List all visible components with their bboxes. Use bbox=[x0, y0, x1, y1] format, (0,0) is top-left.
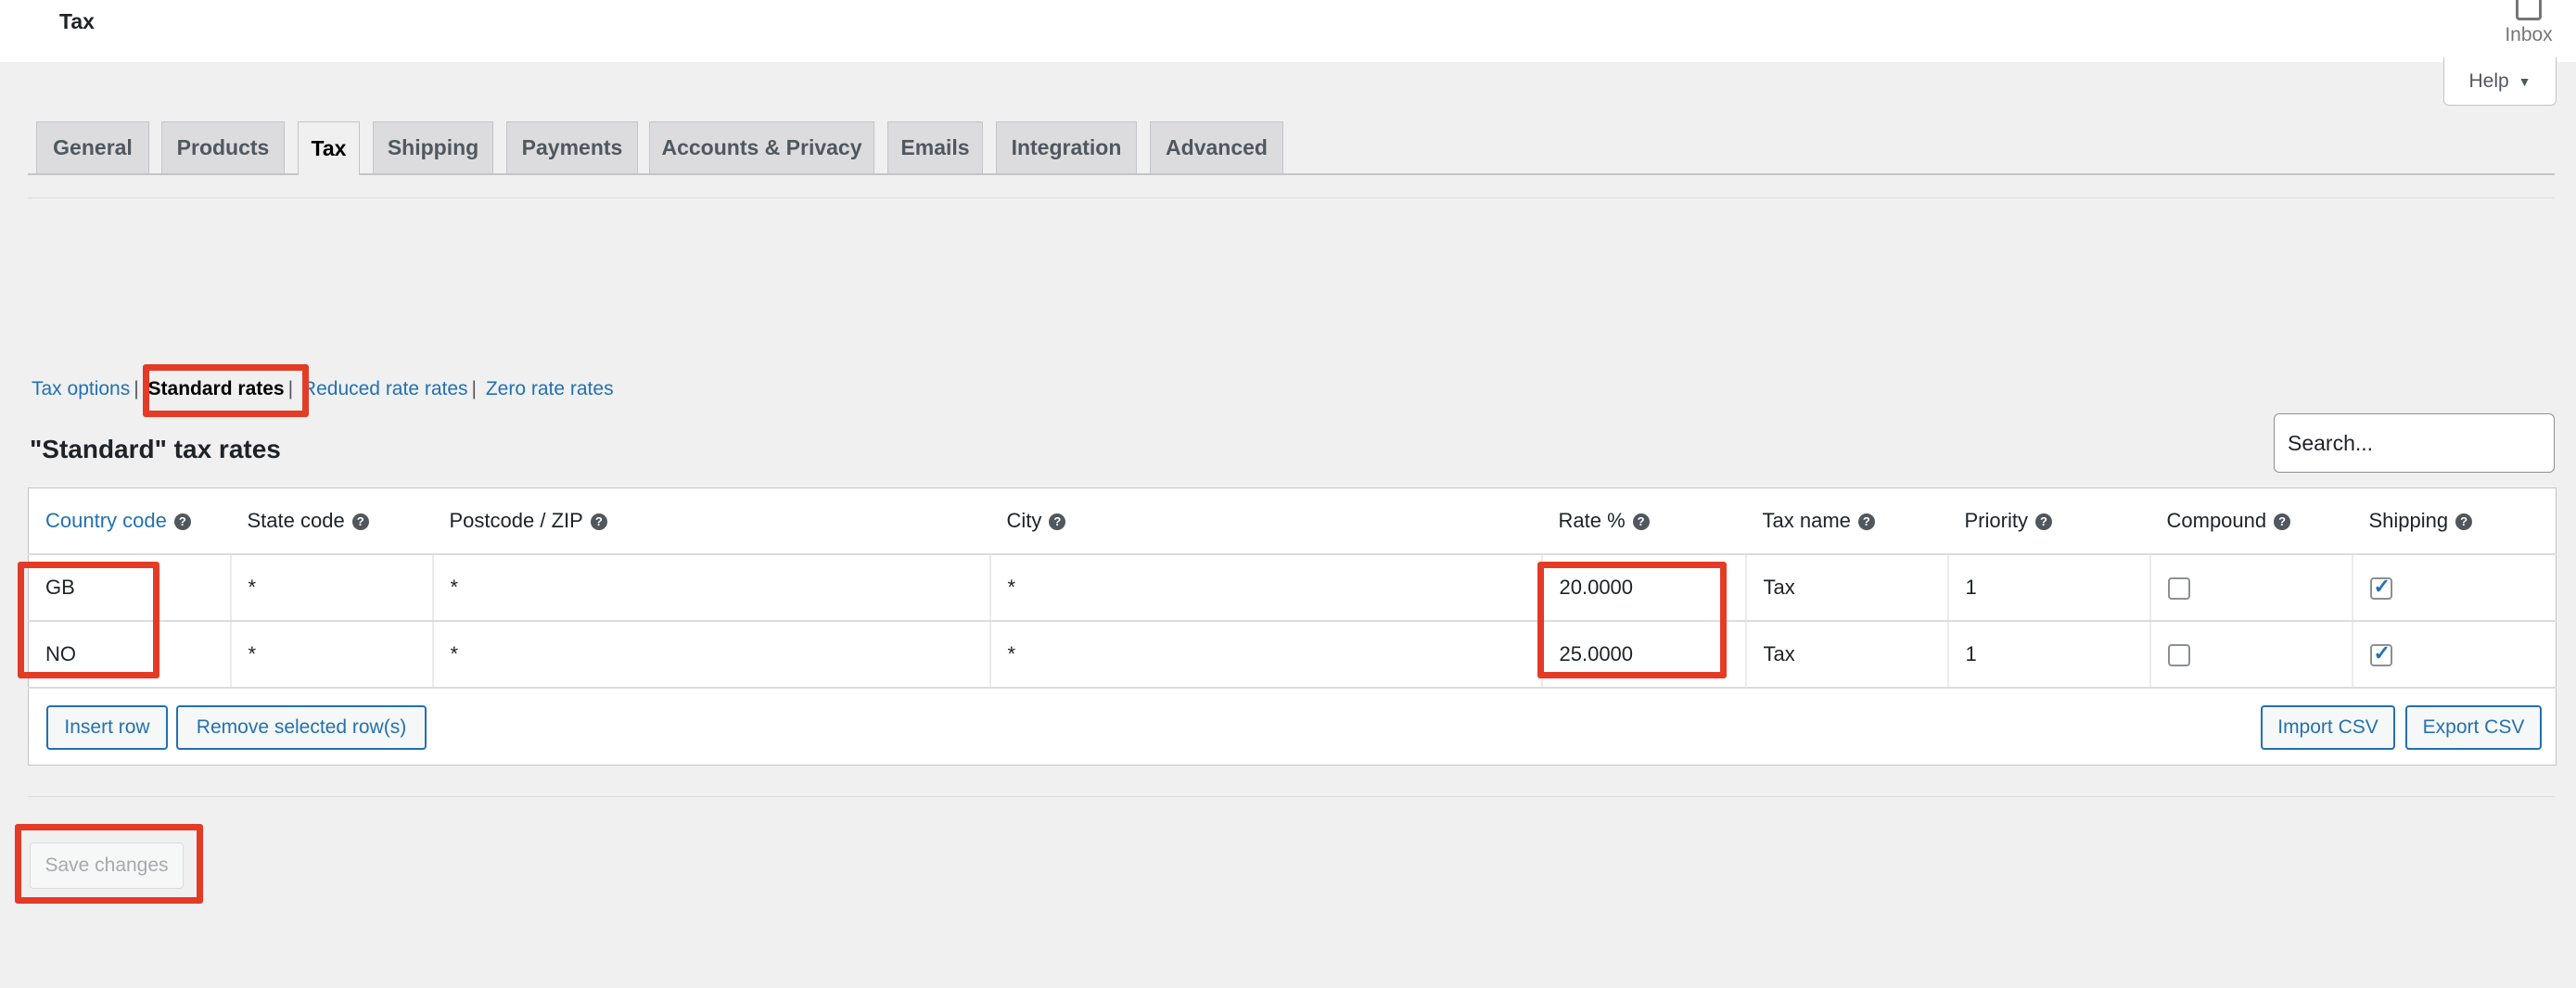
compound-checkbox[interactable] bbox=[2167, 576, 2190, 600]
shipping-checkbox[interactable] bbox=[2369, 641, 2392, 666]
inbox-icon bbox=[2516, 0, 2542, 20]
compound-cell bbox=[2149, 620, 2353, 689]
top-bar: Tax Inbox bbox=[0, 0, 2576, 62]
col-country-code[interactable]: Country code? bbox=[28, 488, 231, 555]
state-cell[interactable]: * bbox=[230, 553, 434, 622]
tab-advanced[interactable]: Advanced bbox=[1150, 121, 1283, 173]
subnav-tax-options[interactable]: Tax options bbox=[32, 378, 130, 399]
divider bbox=[28, 197, 2555, 198]
help-tip-icon[interactable]: ? bbox=[2034, 513, 2052, 530]
country-cell[interactable]: GB bbox=[28, 553, 232, 622]
tax-rates-table: Country code? State code? Postcode / ZIP… bbox=[28, 488, 2557, 766]
table-row[interactable]: NO * * * 25.0000 Tax 1 bbox=[28, 620, 2557, 689]
col-rate: Rate %? bbox=[1541, 488, 1746, 555]
help-tip-icon[interactable]: ? bbox=[2455, 513, 2473, 530]
col-compound: Compound? bbox=[2149, 488, 2353, 555]
rate-cell[interactable]: 25.0000 bbox=[1541, 620, 1747, 689]
col-postcode: Postcode / ZIP? bbox=[432, 488, 990, 555]
rate-cell[interactable]: 20.0000 bbox=[1541, 553, 1747, 622]
section-heading: "Standard" tax rates bbox=[30, 435, 281, 463]
priority-cell[interactable]: 1 bbox=[1947, 553, 2151, 622]
save-changes-button[interactable]: Save changes bbox=[30, 842, 184, 889]
insert-row-button[interactable]: Insert row bbox=[46, 704, 168, 750]
export-csv-button[interactable]: Export CSV bbox=[2405, 704, 2542, 750]
divider bbox=[28, 796, 2555, 797]
col-city: City? bbox=[989, 488, 1542, 555]
compound-cell bbox=[2149, 553, 2353, 622]
tab-shipping[interactable]: Shipping bbox=[373, 121, 493, 173]
help-tip-icon[interactable]: ? bbox=[1632, 513, 1650, 530]
subnav-zero-rate-rates[interactable]: Zero rate rates bbox=[486, 378, 614, 399]
tax-name-cell[interactable]: Tax bbox=[1745, 553, 1949, 622]
help-tip-icon[interactable]: ? bbox=[173, 513, 191, 530]
caret-down-icon: ▼ bbox=[2518, 73, 2531, 89]
tab-integration[interactable]: Integration bbox=[996, 121, 1137, 173]
compound-checkbox[interactable] bbox=[2167, 643, 2190, 666]
tab-tax[interactable]: Tax bbox=[298, 121, 360, 175]
search-input[interactable] bbox=[2274, 413, 2555, 473]
tab-general[interactable]: General bbox=[36, 121, 149, 173]
tax-name-cell[interactable]: Tax bbox=[1745, 620, 1949, 689]
shipping-checkbox[interactable] bbox=[2369, 575, 2392, 600]
help-tip-icon[interactable]: ? bbox=[351, 513, 369, 530]
table-row[interactable]: GB * * * 20.0000 Tax 1 bbox=[28, 553, 2557, 622]
tax-subnav: Tax options | Standard rates | Reduced rat… bbox=[32, 378, 614, 399]
table-footer: Insert row Remove selected row(s) Import… bbox=[29, 688, 2557, 766]
col-state-code: State code? bbox=[230, 488, 433, 555]
city-cell[interactable]: * bbox=[989, 620, 1543, 689]
help-tip-icon[interactable]: ? bbox=[1857, 513, 1875, 530]
table-header: Country code? State code? Postcode / ZIP… bbox=[28, 488, 2557, 555]
postcode-cell[interactable]: * bbox=[432, 620, 991, 689]
subnav-standard-rates[interactable]: Standard rates bbox=[148, 378, 285, 399]
inbox-button[interactable]: Inbox bbox=[2496, 0, 2561, 46]
state-cell[interactable]: * bbox=[230, 620, 434, 689]
col-priority: Priority? bbox=[1947, 488, 2150, 555]
tab-accounts-privacy[interactable]: Accounts & Privacy bbox=[649, 121, 874, 173]
import-csv-button[interactable]: Import CSV bbox=[2261, 704, 2395, 750]
help-tip-icon[interactable]: ? bbox=[1049, 513, 1066, 530]
shipping-cell bbox=[2352, 620, 2557, 689]
priority-cell[interactable]: 1 bbox=[1947, 620, 2151, 689]
page-title: Tax bbox=[59, 9, 95, 33]
col-shipping: Shipping? bbox=[2352, 488, 2557, 555]
settings-tabs: General Products Tax Shipping Payments A… bbox=[28, 121, 2555, 175]
help-tip-icon[interactable]: ? bbox=[2274, 513, 2291, 530]
help-label: Help bbox=[2468, 70, 2509, 92]
country-cell[interactable]: NO bbox=[28, 620, 232, 689]
postcode-cell[interactable]: * bbox=[432, 553, 991, 622]
tab-payments[interactable]: Payments bbox=[506, 121, 638, 173]
col-tax-name: Tax name? bbox=[1745, 488, 1948, 555]
help-tip-icon[interactable]: ? bbox=[590, 513, 607, 530]
help-button[interactable]: Help ▼ bbox=[2443, 57, 2557, 106]
tab-emails[interactable]: Emails bbox=[887, 121, 983, 173]
inbox-label: Inbox bbox=[2505, 24, 2553, 45]
subnav-reduced-rate-rates[interactable]: Reduced rate rates bbox=[302, 378, 468, 399]
city-cell[interactable]: * bbox=[989, 553, 1543, 622]
remove-rows-button[interactable]: Remove selected row(s) bbox=[176, 704, 427, 750]
shipping-cell bbox=[2352, 553, 2557, 622]
tab-products[interactable]: Products bbox=[161, 121, 285, 173]
